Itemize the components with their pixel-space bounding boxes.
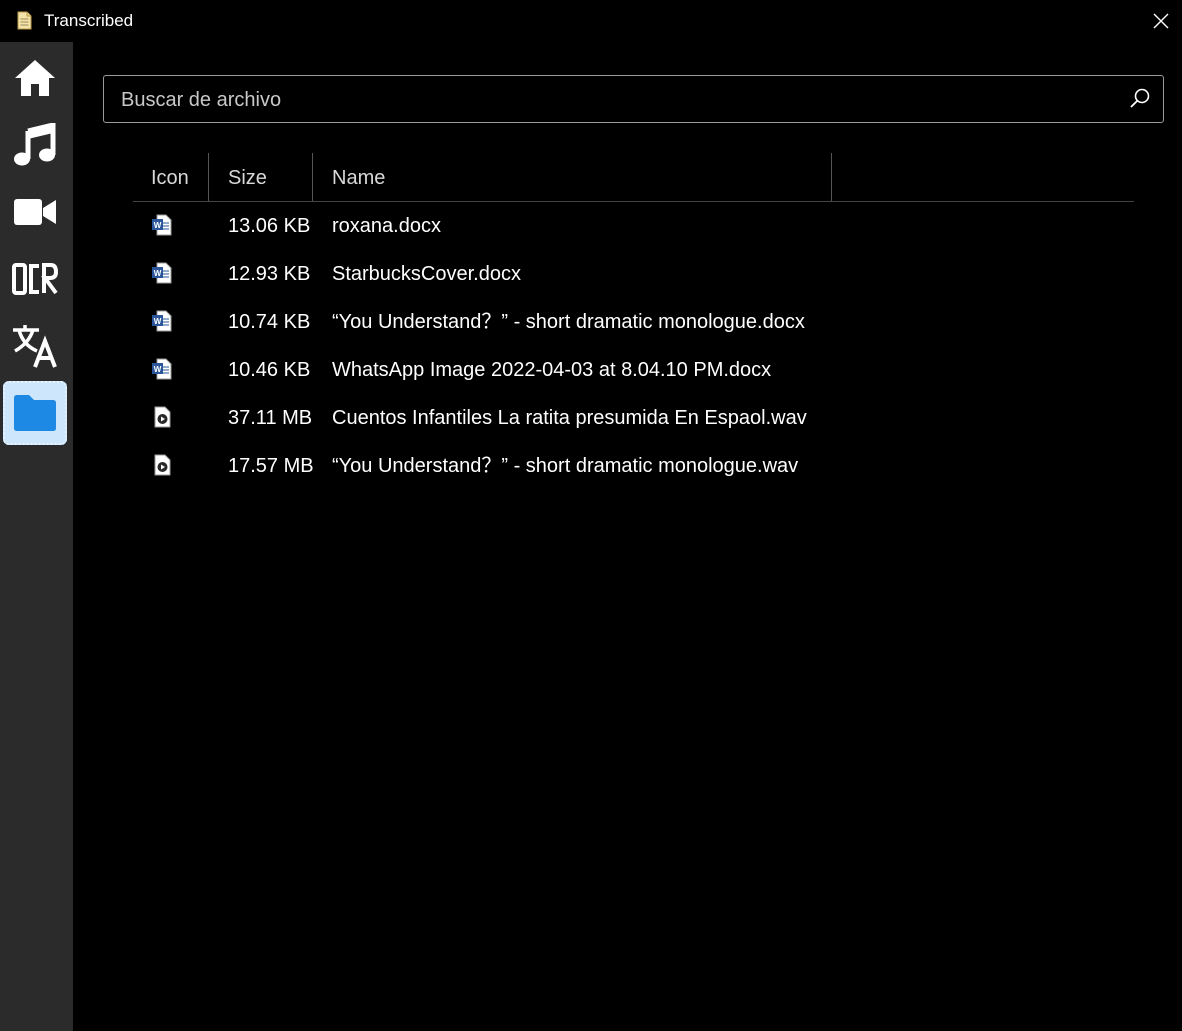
- ocr-icon: [12, 263, 58, 295]
- table-row[interactable]: 17.57 MB “You Understand？” - short drama…: [133, 442, 1134, 490]
- table-header: Icon Size Name: [133, 153, 1134, 202]
- file-size: 17.57 MB: [228, 455, 314, 477]
- folder-icon: [14, 395, 56, 431]
- column-header-icon[interactable]: Icon: [151, 153, 189, 201]
- column-header-name[interactable]: Name: [332, 153, 385, 201]
- file-name: roxana.docx: [332, 215, 441, 237]
- table-row[interactable]: W 12.93 KB StarbucksCover.docx: [133, 250, 1134, 298]
- word-document-icon: W: [152, 358, 172, 380]
- search-icon[interactable]: [1129, 88, 1151, 110]
- file-name: StarbucksCover.docx: [332, 263, 521, 285]
- column-divider[interactable]: [831, 153, 832, 201]
- svg-text:W: W: [154, 317, 162, 326]
- column-divider[interactable]: [208, 153, 209, 201]
- svg-text:W: W: [154, 221, 162, 230]
- svg-text:W: W: [154, 269, 162, 278]
- file-size: 13.06 KB: [228, 215, 311, 237]
- file-name: “You Understand？” - short dramatic monol…: [332, 455, 799, 477]
- search-box: [103, 75, 1164, 124]
- file-size: 37.11 MB: [228, 407, 313, 429]
- file-name: Cuentos Infantiles La ratita presumida E…: [332, 407, 807, 429]
- word-document-icon: W: [152, 262, 172, 284]
- file-size: 10.74 KB: [228, 311, 311, 333]
- sidebar-item-home[interactable]: [3, 46, 67, 110]
- home-icon: [15, 60, 55, 96]
- document-icon: [17, 11, 32, 30]
- title-bar: Transcribed: [0, 0, 1182, 42]
- word-document-icon: W: [152, 214, 172, 236]
- close-button[interactable]: [1140, 0, 1182, 42]
- file-size: 10.46 KB: [228, 359, 311, 381]
- sidebar-item-ocr[interactable]: [3, 247, 67, 311]
- sidebar-item-video[interactable]: [3, 180, 67, 244]
- column-divider[interactable]: [312, 153, 313, 201]
- sidebar: [0, 42, 73, 1031]
- svg-text:W: W: [154, 365, 162, 374]
- search-input[interactable]: [119, 76, 1113, 124]
- table-row[interactable]: W 13.06 KB roxana.docx: [133, 202, 1134, 250]
- column-header-size[interactable]: Size: [228, 153, 267, 201]
- table-row[interactable]: W 10.74 KB “You Understand？” - short dra…: [133, 298, 1134, 346]
- audio-file-icon: [154, 406, 171, 428]
- window-title: Transcribed: [44, 11, 134, 30]
- translate-icon: [13, 325, 57, 368]
- file-name: WhatsApp Image 2022-04-03 at 8.04.10 PM.…: [332, 359, 772, 381]
- file-name: “You Understand？” - short dramatic monol…: [332, 311, 805, 333]
- music-note-icon: [14, 123, 56, 166]
- sidebar-item-music[interactable]: [3, 113, 67, 177]
- table-row[interactable]: W 10.46 KB WhatsApp Image 2022-04-03 at …: [133, 346, 1134, 394]
- sidebar-item-files[interactable]: [3, 381, 67, 445]
- close-icon: [1153, 13, 1169, 29]
- file-size: 12.93 KB: [228, 263, 311, 285]
- sidebar-item-translate[interactable]: [3, 314, 67, 378]
- word-document-icon: W: [152, 310, 172, 332]
- audio-file-icon: [154, 454, 171, 476]
- video-camera-icon: [14, 199, 56, 225]
- file-table: Icon Size Name W 13.06 KB roxana.docx W …: [133, 153, 1134, 490]
- table-row[interactable]: 37.11 MB Cuentos Infantiles La ratita pr…: [133, 394, 1134, 442]
